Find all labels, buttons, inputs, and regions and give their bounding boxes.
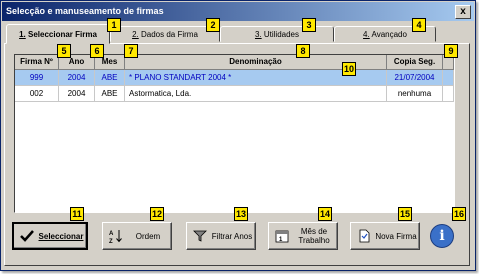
tab-number: 3. xyxy=(254,30,262,39)
calendar-icon: 1 xyxy=(273,227,291,245)
window-title: Selecção e manuseamento de firmas xyxy=(6,6,164,16)
badge-6: 6 xyxy=(90,44,104,58)
tab-seleccionar-firma[interactable]: 1. Seleccionar Firma xyxy=(6,24,110,44)
badge-8: 8 xyxy=(296,44,310,58)
badge-3: 3 xyxy=(302,18,316,32)
nova-firma-label: Nova Firma xyxy=(375,231,417,241)
grid-header: Firma Nº Ano Mes Denominação Copia Seg. xyxy=(15,55,454,70)
table-row[interactable]: 999 2004 ABE * PLANO STANDART 2004 * 21/… xyxy=(15,70,454,86)
badge-14: 14 xyxy=(318,207,332,221)
mes-de-trabalho-button[interactable]: 1 Mês de Trabalho xyxy=(268,222,338,250)
filtrar-anos-button[interactable]: Filtrar Anos xyxy=(186,222,256,250)
cell-firma: 999 xyxy=(15,70,59,86)
badge-12: 12 xyxy=(150,207,164,221)
filtrar-anos-label: Filtrar Anos xyxy=(211,231,253,241)
cell-copia-seg: 21/07/2004 xyxy=(387,70,443,86)
badge-11: 11 xyxy=(70,207,84,221)
cell-mes: ABE xyxy=(95,70,125,86)
cell-spacer xyxy=(443,86,454,102)
tab-number: 1. xyxy=(19,30,26,39)
title-bar: Selecção e manuseamento de firmas x xyxy=(2,2,474,21)
mes-de-trabalho-label: Mês de Trabalho xyxy=(298,227,330,245)
badge-10: 10 xyxy=(342,62,356,76)
info-icon[interactable]: i xyxy=(430,224,454,248)
seleccionar-label: Seleccionar xyxy=(38,231,84,241)
seleccionar-button[interactable]: Seleccionar xyxy=(12,222,88,250)
column-header-firma[interactable]: Firma Nº xyxy=(15,55,59,70)
svg-text:A: A xyxy=(109,231,114,237)
cell-denominacao: Astormatica, Lda. xyxy=(125,86,387,102)
tab-dados-da-firma[interactable]: 2. Dados da Firma xyxy=(110,26,220,42)
badge-15: 15 xyxy=(398,207,412,221)
svg-text:Z: Z xyxy=(109,239,113,244)
close-icon[interactable]: x xyxy=(455,5,471,19)
table-row[interactable]: 002 2004 ABE Astormatica, Lda. nenhuma xyxy=(15,86,454,102)
cell-copia-seg: nenhuma xyxy=(387,86,443,102)
badge-13: 13 xyxy=(234,207,248,221)
badge-5: 5 xyxy=(57,44,71,58)
cell-spacer xyxy=(443,70,454,86)
sort-az-icon: A Z xyxy=(107,227,125,245)
column-header-copia-seg[interactable]: Copia Seg. xyxy=(387,55,443,70)
badge-16: 16 xyxy=(452,207,466,221)
new-document-icon xyxy=(355,227,373,245)
checkmark-icon xyxy=(18,227,36,245)
badge-4: 4 xyxy=(412,18,426,32)
tab-number: 4. xyxy=(363,30,370,39)
ordem-label: Ordem xyxy=(135,231,161,241)
cell-ano: 2004 xyxy=(59,86,95,102)
filter-funnel-icon xyxy=(191,227,209,245)
tab-label: Dados da Firma xyxy=(140,30,198,39)
badge-7: 7 xyxy=(124,44,138,58)
cell-firma: 002 xyxy=(15,86,59,102)
cell-ano: 2004 xyxy=(59,70,95,86)
tab-utilidades[interactable]: 3. Utilidades xyxy=(220,26,334,42)
ordem-button[interactable]: A Z Ordem xyxy=(102,222,172,250)
tab-number: 2. xyxy=(132,30,139,39)
tab-label: Avançado xyxy=(371,30,407,39)
nova-firma-button[interactable]: Nova Firma xyxy=(350,222,420,250)
badge-2: 2 xyxy=(206,18,220,32)
badge-1: 1 xyxy=(107,18,121,32)
badge-9: 9 xyxy=(444,44,458,58)
tab-label: Seleccionar Firma xyxy=(27,30,97,39)
firms-grid[interactable]: Firma Nº Ano Mes Denominação Copia Seg. … xyxy=(14,54,455,213)
cell-mes: ABE xyxy=(95,86,125,102)
tab-label: Utilidades xyxy=(263,30,300,39)
